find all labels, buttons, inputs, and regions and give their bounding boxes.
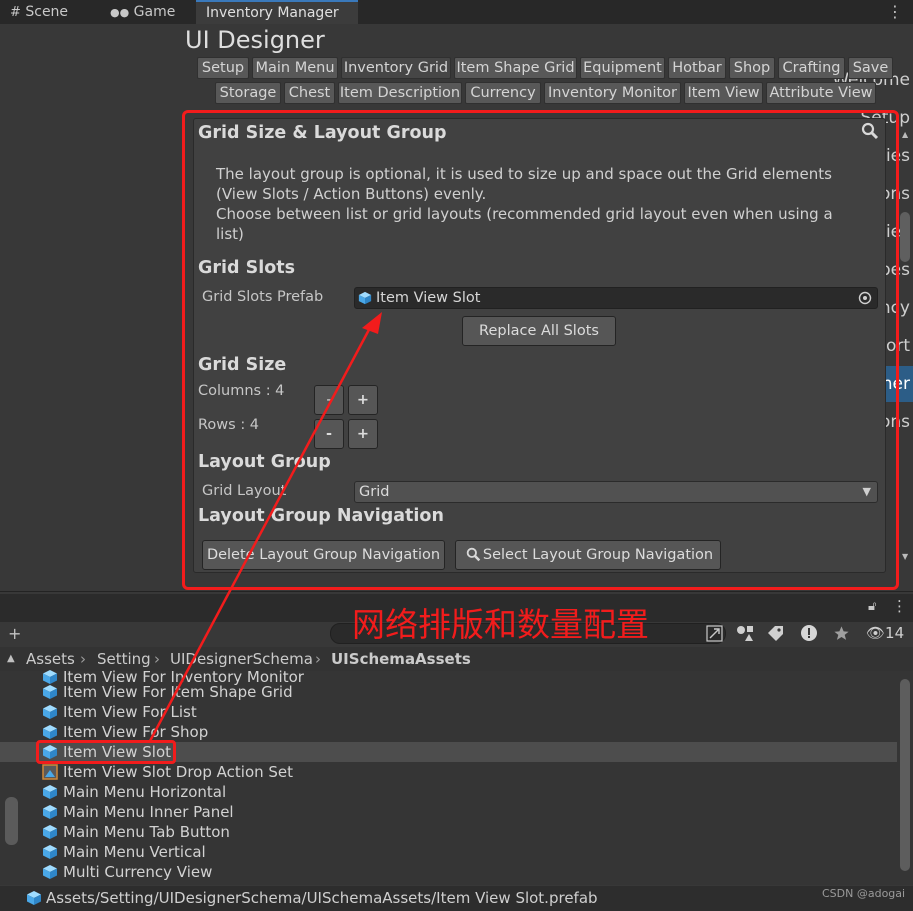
tab-inventory-manager-label: Inventory Manager	[206, 5, 339, 21]
editor-tab-bar: # Scene ●● Game Inventory Manager ⋮	[0, 0, 913, 24]
tab-inventory-monitor[interactable]: Inventory Monitor	[544, 82, 681, 104]
tab-item-description[interactable]: Item Description	[338, 82, 462, 104]
tab-hotbar[interactable]: Hotbar	[668, 57, 726, 79]
asset-list-scrollbar-thumb[interactable]	[900, 679, 910, 871]
tab-crafting[interactable]: Crafting	[778, 57, 845, 79]
prefab-cube-icon	[43, 825, 57, 839]
asset-name: Item View For List	[63, 703, 197, 721]
scroll-down-icon[interactable]: ▼	[902, 552, 908, 561]
list-item[interactable]: Item View For Item Shape Grid	[0, 682, 897, 702]
asset-name: Main Menu Tab Button	[63, 823, 230, 841]
prefab-cube-icon	[43, 865, 57, 879]
tab-game[interactable]: ●● Game	[100, 0, 190, 24]
tab-main-menu[interactable]: Main Menu	[252, 57, 338, 79]
warning-filter-icon[interactable]	[800, 624, 818, 642]
selected-asset-path: Assets/Setting/UIDesignerSchema/UISchema…	[46, 889, 598, 907]
tab-item-shape-grid[interactable]: Item Shape Grid	[454, 57, 577, 79]
asset-name: Main Menu Horizontal	[63, 783, 227, 801]
lock-icon[interactable]: 🔓︎	[868, 599, 876, 614]
scroll-up-icon[interactable]: ▲	[902, 130, 908, 139]
project-status-bar: Assets/Setting/UIDesignerSchema/UISchema…	[0, 886, 913, 911]
tab-scene[interactable]: # Scene	[0, 0, 90, 24]
more-options-icon[interactable]: ⋮	[887, 2, 903, 21]
grid-icon: #	[10, 5, 21, 20]
tab-setup[interactable]: Setup	[197, 57, 249, 79]
hidden-count: 14	[885, 624, 905, 642]
asset-list-scrollbar[interactable]	[897, 671, 913, 885]
asset-name: Multi Currency View	[63, 863, 213, 881]
highlight-box	[36, 740, 176, 764]
asset-name: Main Menu Vertical	[63, 843, 206, 861]
asset-name: Item View For Item Shape Grid	[63, 683, 293, 701]
tab-attribute-view[interactable]: Attribute View	[766, 82, 876, 104]
more-options-icon[interactable]: ⋮	[892, 597, 907, 615]
filter-by-type-icon[interactable]	[736, 625, 754, 642]
annotation-text: 网络排版和数量配置	[352, 605, 649, 644]
list-item[interactable]: Item View Slot Drop Action Set	[0, 762, 897, 782]
prefab-cube-icon	[43, 785, 57, 799]
watermark: CSDN @adogai	[822, 887, 906, 900]
tab-storage[interactable]: Storage	[215, 82, 281, 104]
tab-chest[interactable]: Chest	[284, 82, 335, 104]
asset-name: Main Menu Inner Panel	[63, 803, 234, 821]
prefab-cube-icon	[43, 725, 57, 739]
add-icon[interactable]: +	[8, 624, 21, 643]
tab-item-view[interactable]: Item View	[684, 82, 763, 104]
prefab-cube-icon	[43, 805, 57, 819]
list-item[interactable]: Item View For List	[0, 702, 897, 722]
tab-shop[interactable]: Shop	[729, 57, 775, 79]
tab-scene-label: Scene	[25, 4, 69, 20]
prefab-cube-icon	[43, 705, 57, 719]
tab-inventory-manager[interactable]: Inventory Manager	[196, 0, 358, 24]
gamepad-icon: ●●	[110, 6, 130, 19]
eye-slash-icon: 👁︎	[866, 624, 886, 642]
asset-name: Item View For Shop	[63, 723, 209, 741]
search-by-type-icon[interactable]	[706, 625, 723, 642]
tab-save[interactable]: Save	[848, 57, 893, 79]
prefab-cube-icon	[27, 891, 41, 905]
tag-icon[interactable]	[767, 625, 784, 642]
prefab-cube-icon	[43, 845, 57, 859]
list-item[interactable]: Main Menu Vertical	[0, 842, 897, 862]
window-scrollbar[interactable]: ▲ ▼	[898, 128, 912, 568]
scrollbar-thumb[interactable]	[900, 212, 910, 262]
highlight-box	[182, 110, 899, 590]
list-item[interactable]: Main Menu Inner Panel	[0, 802, 897, 822]
prefab-cube-icon	[43, 685, 57, 699]
favorite-icon[interactable]	[833, 625, 850, 642]
list-item[interactable]: Multi Currency View	[0, 862, 897, 882]
scriptable-object-icon	[42, 764, 58, 780]
tab-currency[interactable]: Currency	[465, 82, 541, 104]
list-item[interactable]: Main Menu Tab Button	[0, 822, 897, 842]
tab-game-label: Game	[133, 4, 176, 20]
list-item[interactable]: Item View For Shop	[0, 722, 897, 742]
page-title: UI Designer	[185, 26, 325, 54]
tab-inventory-grid[interactable]: Inventory Grid	[341, 57, 451, 79]
list-item[interactable]: Main Menu Horizontal	[0, 782, 897, 802]
tab-equipment[interactable]: Equipment	[580, 57, 665, 79]
asset-name: Item View Slot Drop Action Set	[63, 763, 294, 781]
hidden-packages-toggle[interactable]: 👁︎14	[866, 624, 904, 642]
